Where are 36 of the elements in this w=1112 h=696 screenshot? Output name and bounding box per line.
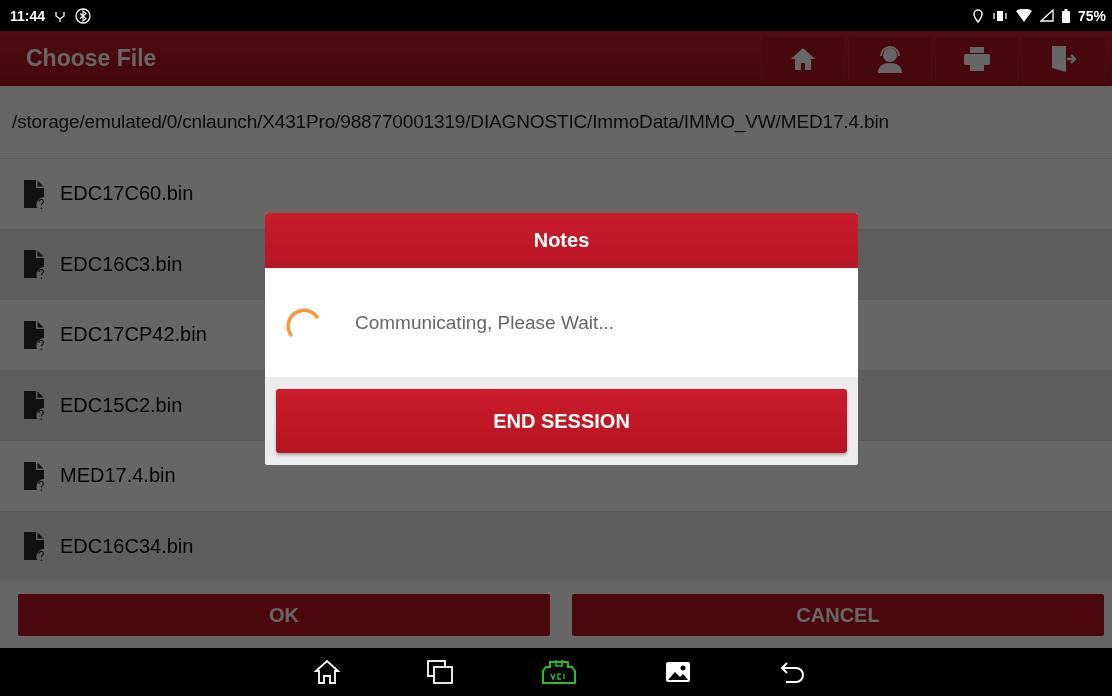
- vibrate-icon: [991, 9, 1008, 22]
- file-path: /storage/emulated/0/cnlaunch/X431Pro/988770001319/DIAGNOSTIC/ImmoData/IMMO_VW/MED17.4.bin: [11, 110, 890, 135]
- support-button[interactable]: [848, 35, 932, 82]
- home-icon[interactable]: [313, 659, 340, 685]
- home-icon: [790, 46, 816, 71]
- dialog-title: Notes: [265, 213, 858, 268]
- dialog-action-button[interactable]: CANCEL: [572, 594, 1104, 636]
- file-name: EDC16C34.bin: [60, 534, 194, 558]
- location-icon: [971, 8, 984, 23]
- exit-button[interactable]: [1022, 35, 1106, 82]
- file-name: EDC17CP42.bin: [60, 323, 207, 347]
- loading-spinner-icon: [285, 306, 321, 339]
- image-icon[interactable]: [664, 661, 691, 683]
- file-name: EDC15C2.bin: [60, 393, 183, 417]
- back-icon[interactable]: [778, 660, 807, 684]
- file-name: MED17.4.bin: [60, 464, 176, 488]
- print-button[interactable]: [935, 35, 1019, 82]
- status-time: 11:44: [10, 7, 46, 24]
- recent-apps-icon[interactable]: [427, 659, 454, 685]
- vci-connector-icon[interactable]: [541, 658, 577, 686]
- wifi-icon: [1015, 9, 1032, 22]
- battery-percent: 75%: [1077, 7, 1106, 24]
- dialog-message: Communicating, Please Wait...: [355, 311, 615, 334]
- signal-icon: [1039, 9, 1054, 22]
- end-session-button[interactable]: END SESSION: [276, 389, 847, 453]
- bluetooth-icon: [75, 7, 92, 24]
- headset-person-icon: [875, 44, 905, 73]
- battery-icon: [1061, 8, 1070, 23]
- dialog-action-button[interactable]: OK: [18, 594, 550, 636]
- home-button[interactable]: [761, 35, 845, 82]
- file-name: EDC17C60.bin: [60, 182, 194, 206]
- file-name: EDC16C3.bin: [60, 252, 183, 276]
- exit-door-icon: [1052, 45, 1076, 72]
- file-row[interactable]: EDC16C34.bin: [0, 510, 1112, 581]
- screen-title: Choose File: [26, 45, 157, 72]
- printer-icon: [964, 46, 990, 71]
